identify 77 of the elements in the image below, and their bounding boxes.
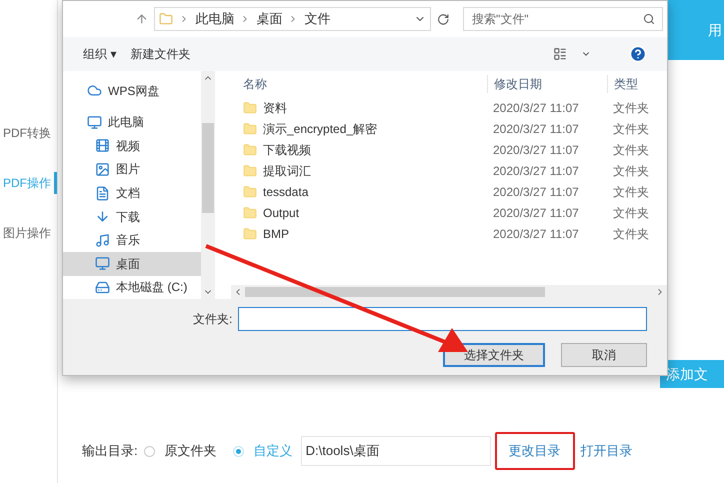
- file-date: 2020/3/27 11:07: [492, 162, 580, 180]
- file-date: 2020/3/27 11:07: [492, 120, 580, 138]
- nav-item[interactable]: 视频: [63, 134, 201, 158]
- file-type: 文件夹: [612, 204, 649, 222]
- file-type: 文件夹: [612, 162, 649, 180]
- radio-button[interactable]: [144, 446, 155, 456]
- scrollbar-thumb[interactable]: [245, 287, 545, 297]
- view-icon[interactable]: [553, 47, 567, 61]
- help-icon[interactable]: [629, 45, 647, 63]
- cancel-button[interactable]: 取消: [561, 343, 647, 367]
- folder-icon: [243, 206, 257, 220]
- output-label: 输出目录:: [82, 442, 138, 460]
- file-date: 2020/3/27 11:07: [492, 184, 580, 200]
- folder-icon: [243, 164, 257, 178]
- file-type: 文件夹: [612, 142, 649, 158]
- nav-item[interactable]: 此电脑: [63, 110, 201, 134]
- nav-item[interactable]: 本地磁盘 (C:): [63, 276, 201, 300]
- file-name[interactable]: Output: [263, 204, 300, 222]
- file-name[interactable]: 演示_encrypted_解密: [263, 120, 378, 138]
- folder-icon: [159, 12, 174, 26]
- sidebar-item[interactable]: PDF转换: [0, 122, 57, 144]
- file-name[interactable]: 提取词汇: [263, 162, 311, 180]
- folder-field[interactable]: [238, 307, 647, 331]
- nav-item[interactable]: 桌面: [63, 252, 201, 276]
- radio-label: 原文件夹: [164, 442, 217, 460]
- column-header[interactable]: 名称: [231, 75, 487, 93]
- file-name[interactable]: tessdata: [263, 182, 308, 200]
- path-field[interactable]: D:\tools\桌面: [300, 436, 491, 466]
- search-field[interactable]: 搜索"文件": [463, 7, 664, 31]
- monitor-icon: [87, 114, 102, 130]
- breadcrumb-item[interactable]: 桌面: [256, 9, 282, 29]
- file-date: 2020/3/27 11:07: [492, 100, 580, 116]
- drive-icon: [95, 280, 110, 295]
- breadcrumb-item[interactable]: 此电脑: [195, 9, 234, 29]
- cloud-icon: [87, 83, 102, 98]
- file-name[interactable]: 资料: [263, 98, 287, 116]
- file-name[interactable]: 下载视频: [263, 140, 311, 158]
- folder-icon: [243, 184, 257, 198]
- film-icon: [95, 138, 110, 154]
- radio-label: 自定义: [254, 442, 293, 460]
- file-date: 2020/3/27 11:07: [492, 204, 580, 222]
- breadcrumb-item[interactable]: 文件: [304, 9, 330, 29]
- file-type: 文件夹: [612, 100, 649, 116]
- file-date: 2020/3/27 11:07: [492, 226, 580, 242]
- nav-item[interactable]: WPS网盘: [63, 79, 201, 103]
- file-name[interactable]: BMP: [263, 224, 290, 242]
- file-type: 文件夹: [612, 120, 649, 138]
- file-date: 2020/3/27 11:07: [492, 142, 580, 158]
- picture-icon: [95, 162, 110, 177]
- scrollbar-thumb[interactable]: [202, 123, 214, 213]
- radio-button[interactable]: [232, 446, 244, 456]
- nav-item[interactable]: 文档: [63, 181, 201, 205]
- sidebar-item[interactable]: 图片操作: [0, 222, 57, 244]
- open-directory-link[interactable]: 打开目录: [580, 441, 633, 461]
- monitor-icon: [95, 256, 110, 272]
- column-header[interactable]: 修改日期: [487, 75, 607, 93]
- file-type: 文件夹: [612, 184, 649, 200]
- header-text: 用: [708, 20, 722, 40]
- nav-item[interactable]: 图片: [63, 158, 201, 182]
- refresh-icon[interactable]: [436, 12, 450, 26]
- nav-item[interactable]: 音乐: [63, 228, 201, 252]
- up-arrow-icon[interactable]: [135, 12, 148, 26]
- file-type: 文件夹: [612, 226, 649, 242]
- document-icon: [95, 186, 110, 201]
- search-icon: [643, 13, 656, 25]
- column-header[interactable]: 类型: [607, 75, 638, 93]
- nav-item[interactable]: 下载: [63, 204, 201, 228]
- down-arrow-icon: [95, 209, 110, 224]
- folder-icon: [243, 100, 257, 114]
- change-directory-link[interactable]: 更改目录: [508, 441, 561, 461]
- music-note-icon: [95, 232, 110, 248]
- folder-icon: [243, 122, 257, 136]
- folder-icon: [243, 142, 257, 156]
- new-folder-button[interactable]: 新建文件夹: [130, 45, 190, 63]
- organize-button[interactable]: 组织 ▾: [83, 45, 116, 63]
- folder-field-label: 文件夹:: [193, 311, 232, 328]
- folder-icon: [243, 226, 257, 240]
